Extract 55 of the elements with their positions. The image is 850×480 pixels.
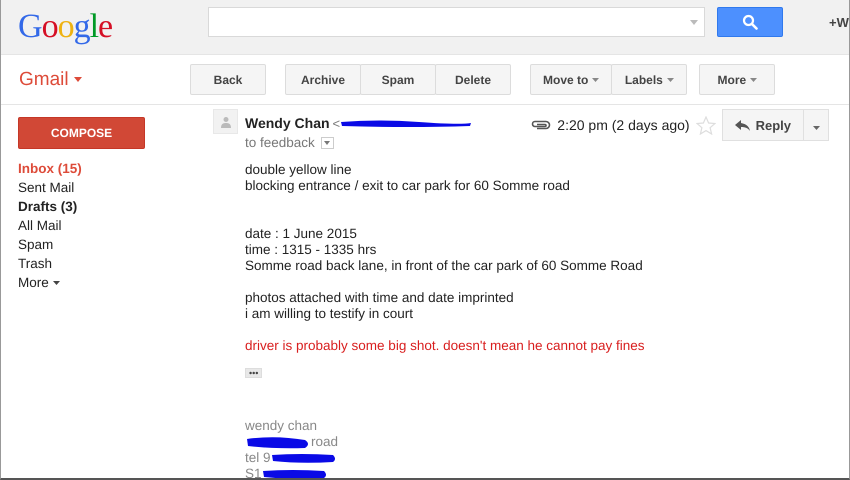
sidebar-item[interactable]: Sent Mail (18, 178, 74, 197)
caret-icon (750, 78, 758, 82)
signature-text: wendy chan (245, 418, 318, 434)
body-line: i am willing to testify in court (245, 306, 414, 322)
search-button[interactable] (717, 7, 783, 37)
sidebar-item[interactable]: Trash (18, 254, 52, 273)
body-line: double yellow line (245, 162, 352, 178)
redaction-mark (245, 435, 311, 449)
sidebar-item[interactable]: All Mail (18, 216, 62, 235)
avatar-icon (213, 109, 238, 134)
signature-text: S1 (245, 466, 262, 478)
toolbar-button[interactable]: Spam (360, 64, 436, 95)
body-line: blocking entrance / exit to car park for 60 Somme road (245, 178, 570, 194)
signature-text: tel 9 (245, 450, 271, 466)
body-line: time : 1315 - 1335 hrs (245, 242, 376, 258)
toolbar-button[interactable]: More (699, 64, 776, 95)
star-icon[interactable] (696, 116, 716, 134)
caret-icon (812, 126, 820, 130)
caret-icon (324, 140, 330, 144)
sidebar-item[interactable]: More (18, 273, 60, 292)
body-line: driver is probably some big shot. doesn't mean he cannot pay fines (245, 338, 645, 354)
toolbar-button[interactable]: Labels (611, 64, 688, 95)
body-line: photos attached with time and date imprinted (245, 290, 514, 306)
caret-icon (690, 20, 698, 24)
reply-options-button[interactable] (803, 109, 829, 141)
sidebar-item[interactable]: Inbox (15) (18, 159, 82, 178)
toolbar-button[interactable]: Delete (435, 64, 511, 95)
account-link[interactable]: +W (829, 14, 849, 30)
search-icon (742, 14, 758, 30)
caret-icon (52, 280, 60, 284)
caret-icon (666, 78, 674, 82)
sender-email: < (332, 116, 340, 130)
reply-arrow-icon (734, 120, 750, 130)
gmail-menu[interactable]: Gmail (1, 68, 190, 90)
search-field[interactable] (208, 7, 705, 37)
caret-icon (592, 78, 600, 82)
toolbar-button[interactable]: Back (190, 64, 266, 95)
show-trimmed-button[interactable]: ••• (245, 368, 262, 378)
toolbar-button[interactable]: Move to (530, 64, 612, 95)
sender-name: Wendy Chan (245, 115, 330, 131)
redaction-mark (262, 468, 328, 478)
recipients-text: to feedback (245, 135, 315, 150)
google-logo[interactable]: Google (18, 8, 208, 46)
caret-icon (74, 77, 82, 82)
signature-text: road (311, 434, 338, 450)
sidebar-item[interactable]: Drafts (3) (18, 197, 78, 216)
compose-button[interactable]: COMPOSE (18, 117, 145, 149)
body-line: date : 1 June 2015 (245, 226, 357, 242)
message-time: 2:20 pm (2 days ago) (557, 117, 690, 133)
sidebar-item[interactable]: Spam (18, 235, 54, 254)
details-toggle[interactable] (320, 136, 334, 148)
redaction-mark (270, 452, 337, 464)
body-line: Somme road back lane, in front of the car park of 60 Somme Road (245, 258, 643, 274)
toolbar-button[interactable]: Archive (285, 64, 361, 95)
reply-button[interactable]: Reply (722, 109, 804, 141)
